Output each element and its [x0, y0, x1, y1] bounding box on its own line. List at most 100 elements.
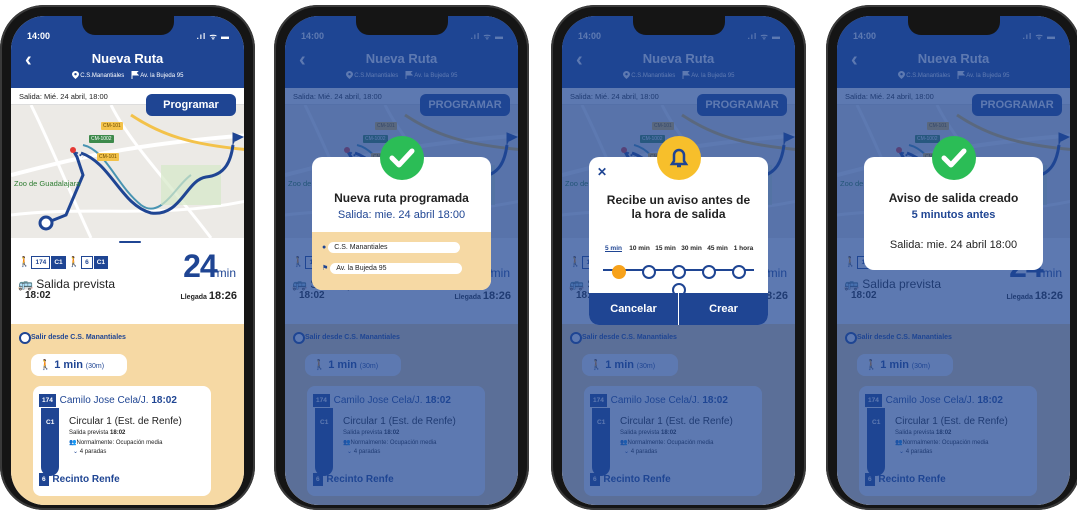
route-bar: C1 [41, 408, 59, 476]
road-tag: CM-101 [101, 122, 123, 130]
reminder-option[interactable]: 5 min [601, 245, 627, 252]
location-pin-icon: ● [322, 244, 327, 251]
scheduled-time: 18:02 [110, 430, 126, 436]
reminder-dot[interactable] [611, 264, 626, 279]
route-badge: C1 [43, 416, 58, 429]
chevron-down-icon: ⌄ [73, 449, 79, 455]
program-button[interactable]: Programar [146, 94, 236, 116]
status-time: 14:00 [27, 31, 51, 41]
reminder-option[interactable]: 30 min [679, 245, 705, 252]
create-button[interactable]: Crear [679, 293, 768, 325]
stop-line: 174 Camilo Jose Cela/J. 18:02 [39, 394, 177, 407]
destination-value: Av. la Bujeda 95 [330, 263, 463, 274]
origin-value: C.S. Manantiales [328, 242, 461, 253]
drag-handle[interactable] [119, 241, 141, 243]
notch [632, 16, 725, 35]
scheduled-label: Salida prevista [69, 430, 109, 436]
reminder-option[interactable]: 1 hora [731, 245, 757, 252]
dialog-subtitle: 5 minutos antes [911, 209, 996, 221]
cancel-button[interactable]: Cancelar [589, 293, 679, 325]
map-canvas [11, 105, 244, 238]
dialog-title: Nueva ruta programada [334, 191, 469, 205]
walk-segment[interactable]: 🚶 1 min (30m) [31, 354, 127, 376]
phone-screen: 14:00 .ıl ᯤ ▬ ‹ Nueva Ruta C.S.Manantial… [837, 16, 1070, 505]
occupancy: 👥Normalmente: Ocupación media [69, 439, 163, 446]
phone-frame-1: 14:00 .ıl ᯤ ▬ ‹ Nueva Ruta C.S.Manantial… [0, 5, 255, 510]
reminder-dialog: ✕ Recibe un aviso antes de la hora de sali… [589, 157, 768, 325]
route-summary: C.S.Manantiales Av. la Bujeda 95 [11, 70, 244, 79]
map-poi-label[interactable]: Zoo de Guadalajara [14, 179, 80, 188]
route-summary-panel: 🚶174C1🚶6C1 24min 🚌 Salida prevista 18:02… [11, 238, 244, 324]
end-name: Recinto Renfe [52, 474, 120, 486]
flag-icon: ⚑ [322, 265, 329, 272]
notch [355, 16, 448, 35]
reminder-options: 5 min 10 min 15 min 30 min 45 min 1 hora [589, 237, 768, 255]
phone-frame-4: 14:00 .ıl ᯤ ▬ ‹ Nueva Ruta C.S.Manantial… [826, 5, 1077, 510]
timeline-start: Salir desde C.S. Manantiales [31, 334, 126, 341]
duration-unit: min [216, 266, 236, 280]
scheduled: Salida prevista 18:02 [69, 430, 125, 436]
line-badge: C1 [93, 256, 109, 270]
duration-display: 24min [183, 248, 236, 285]
destination-label: Av. la Bujeda 95 [140, 73, 184, 79]
departure-time: 18:02 [25, 290, 51, 301]
route-map[interactable]: CM-101 CM-1002 CM-101 Zoo de Guadalajara [11, 105, 244, 238]
flag-icon [131, 70, 140, 79]
signal-wifi-battery-icon: .ıl ᯤ ▬ [196, 32, 230, 41]
line-badge: C1 [51, 256, 66, 270]
walk-time: 1 min [54, 359, 83, 371]
stops-toggle[interactable]: ⌄ 4 paradas [73, 448, 106, 455]
line-badge: 6 [81, 256, 93, 270]
check-circle-icon [379, 136, 424, 180]
dialog-subtitle: Salida: mie. 24 abril 18:00 [337, 209, 466, 221]
reminder-dot[interactable] [701, 264, 716, 279]
transit-card[interactable]: 174 Camilo Jose Cela/J. 18:02 C1 Circula… [33, 386, 211, 496]
route-name: Circular 1 (Est. de Renfe) [69, 416, 182, 427]
reminder-option[interactable]: 45 min [705, 245, 731, 252]
occupancy-text: Normalmente: Ocupación media [76, 440, 163, 446]
line-badge: 174 [39, 394, 56, 407]
phone-screen: 14:00 .ıl ᯤ ▬ ‹ Nueva Ruta C.S.Manantial… [562, 16, 795, 505]
dialog-buttons: Cancelar Crear [589, 293, 768, 325]
arrival-label: Llegada [180, 294, 207, 301]
reminder-option[interactable]: 10 min [627, 245, 653, 252]
phone-frame-2: 14:00 .ıl ᯤ ▬ ‹ Nueva Ruta C.S.Manantial… [274, 5, 529, 510]
transfer-badges: 🚶174C1🚶6C1 [17, 254, 109, 270]
check-circle-icon [931, 136, 976, 180]
notch [907, 16, 1000, 35]
stops-count: 4 paradas [79, 449, 107, 455]
route-box: ● C.S. Manantiales ⚑ Av. la Bujeda 95 [312, 232, 491, 290]
departure-label-text: Salida prevista [36, 277, 115, 291]
dialog-title: Aviso de salida creado [888, 191, 1019, 205]
notch [81, 16, 174, 35]
stop-time: 18:02 [151, 395, 177, 407]
trip-timeline: Salir desde C.S. Manantiales 🚶 1 min (30… [11, 324, 244, 505]
phone-screen: 14:00 .ıl ᯤ ▬ ‹ Nueva Ruta C.S.Manantial… [11, 16, 244, 505]
dialog-detail: Salida: mie. 24 abril 18:00 [889, 239, 1018, 251]
location-pin-icon [71, 71, 79, 79]
line-badge: 174 [31, 256, 51, 270]
bell-icon [656, 136, 701, 180]
phone-frame-3: 14:00 .ıl ᯤ ▬ ‹ Nueva Ruta C.S.Manantial… [551, 5, 806, 510]
reminder-dot[interactable] [671, 264, 686, 279]
origin-label: C.S.Manantiales [80, 73, 125, 79]
walk-distance: (30m) [85, 363, 105, 370]
start-dot [19, 332, 31, 344]
departure-label: 🚌 Salida prevista [18, 277, 115, 291]
dialog-title-1: Recibe un aviso antes de [606, 193, 751, 207]
stop-name: Camilo Jose Cela/J. [59, 395, 149, 407]
end-badge: 6 [39, 473, 49, 486]
arrival: Llegada 18:26 [180, 290, 237, 302]
walk-icon: 🚶 [18, 257, 31, 269]
reminder-dot[interactable] [641, 264, 656, 279]
duration-value: 24 [183, 248, 218, 284]
close-icon[interactable]: ✕ [597, 165, 607, 179]
arrival-time: 18:26 [208, 290, 237, 302]
dialog-title-2: la hora de salida [631, 207, 726, 221]
reminder-slider[interactable] [589, 263, 768, 297]
reminder-option[interactable]: 15 min [653, 245, 679, 252]
road-tag: CM-1002 [89, 135, 114, 143]
road-tag: CM-101 [97, 153, 119, 161]
reminder-dot[interactable] [731, 264, 746, 279]
walk-icon: 🚶 [67, 257, 81, 269]
